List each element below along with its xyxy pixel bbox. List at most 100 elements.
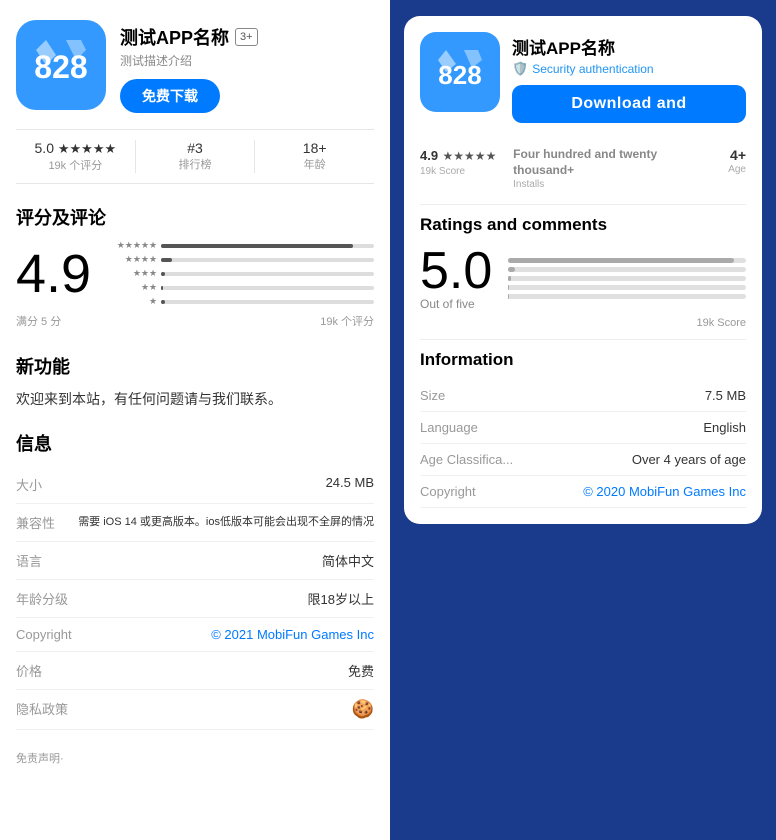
rating-label-left: 满分 5 分	[16, 313, 61, 329]
ratings-row-right: 5.0 Out of five	[420, 245, 746, 311]
info-title-left: 信息	[16, 430, 374, 456]
right-info-age: Age Classifica... Over 4 years of age	[420, 444, 746, 476]
right-info-lang: Language English	[420, 412, 746, 444]
app-info-right: 测试APP名称 🛡️ Security authentication Downl…	[512, 32, 746, 123]
disclaimer-left: 免责声明·	[16, 750, 374, 766]
age-label-right: Age	[728, 164, 746, 175]
age-value-right: 4+	[730, 147, 746, 163]
right-bar-4	[508, 267, 746, 272]
app-title-row: 测试APP名称 3+	[120, 24, 258, 50]
app-info-left: 测试APP名称 3+ 测试描述介绍 免费下载	[120, 20, 258, 113]
right-info-size: Size 7.5 MB	[420, 380, 746, 412]
info-row-age: 年龄分级 限18岁以上	[16, 580, 374, 618]
stats-row-right: 4.9 ★★★★★ 19k Score Four hundred and twe…	[420, 135, 746, 194]
stat-rank-left: #3 排行榜	[135, 140, 255, 173]
rank-sub-left: 排行榜	[179, 156, 212, 172]
right-value-lang: English	[703, 420, 746, 435]
bar-row-5: ★★★★★	[107, 240, 374, 251]
right-value-copyright: © 2020 MobiFun Games Inc	[583, 484, 746, 499]
stat-rating-left: 5.0 ★★★★★ 19k 个评分	[16, 140, 135, 173]
right-rating-value: 4.9 ★★★★★	[420, 147, 503, 165]
app-header-left: 828 测试APP名称 3+ 测试描述介绍 免费下载	[16, 20, 374, 113]
stat-age-left: 18+ 年龄	[254, 140, 374, 173]
right-info-copyright: Copyright © 2020 MobiFun Games Inc	[420, 476, 746, 508]
right-review-count: 19k Score	[696, 317, 746, 329]
installs-label: Installs	[513, 179, 679, 190]
divider-2	[420, 339, 746, 340]
review-count-left: 19k 个评分	[320, 313, 374, 329]
right-bar-3	[508, 276, 746, 281]
stats-row-left: 5.0 ★★★★★ 19k 个评分 #3 排行榜 18+ 年龄	[16, 129, 374, 184]
info-value-copyright: © 2021 MobiFun Games Inc	[76, 627, 374, 642]
right-bar-1	[508, 294, 746, 299]
stat-installs-right: Four hundred and twenty thousand+ Instal…	[513, 147, 679, 190]
app-title-right: 测试APP名称	[512, 34, 746, 59]
info-value-size: 24.5 MB	[76, 475, 374, 494]
stat-age-right: 4+ Age	[679, 147, 746, 190]
info-label-copyright: Copyright	[16, 627, 76, 642]
info-label-privacy: 隐私政策	[16, 699, 76, 720]
info-row-size: 大小 24.5 MB	[16, 466, 374, 504]
age-value-left: 18+	[303, 140, 327, 156]
info-row-privacy: 隐私政策 🍪	[16, 690, 374, 730]
right-value-size: 7.5 MB	[705, 388, 746, 403]
right-rating-label: 19k Score	[420, 166, 503, 177]
rating-bars-left: ★★★★★ ★★★★ ★★★ ★★ ★	[107, 240, 374, 307]
bar-row-2: ★★	[107, 282, 374, 293]
rating-big-left: 4.9	[16, 247, 91, 301]
shield-icon: 🛡️	[512, 61, 528, 77]
info-value-age: 限18岁以上	[76, 589, 374, 608]
info-value-price: 免费	[76, 661, 374, 680]
app-icon-left: 828	[16, 20, 106, 110]
right-label-lang: Language	[420, 420, 478, 435]
download-button-right[interactable]: Download and	[512, 85, 746, 123]
info-label-size: 大小	[16, 475, 76, 494]
age-sub-left: 年龄	[304, 156, 326, 172]
security-badge: 🛡️ Security authentication	[512, 61, 746, 77]
ratings-title-right: Ratings and comments	[420, 215, 746, 235]
divider-1	[420, 204, 746, 205]
info-value-compat: 需要 iOS 14 或更高版本。ios低版本可能会出现不全屏的情况	[76, 513, 374, 532]
right-label-copyright: Copyright	[420, 484, 476, 499]
bar-row-1: ★	[107, 296, 374, 307]
right-label-age: Age Classifica...	[420, 452, 513, 467]
info-label-price: 价格	[16, 661, 76, 680]
right-bars	[508, 258, 746, 299]
ratings-title-left: 评分及评论	[16, 204, 374, 230]
right-label-size: Size	[420, 388, 445, 403]
right-panel: 828 测试APP名称 🛡️ Security authentication D…	[390, 0, 776, 840]
security-text: Security authentication	[532, 62, 653, 76]
new-features-section: 新功能 欢迎来到本站，有任何问题请与我们联系。	[16, 353, 374, 410]
ratings-section-left: 评分及评论 4.9 ★★★★★ ★★★★ ★★★ ★★	[16, 204, 374, 329]
info-label-compat: 兼容性	[16, 513, 76, 532]
info-value-lang: 简体中文	[76, 551, 374, 570]
right-rating-block: 5.0 Out of five	[420, 245, 492, 311]
right-value-age: Over 4 years of age	[632, 452, 746, 467]
download-button-left[interactable]: 免费下载	[120, 79, 220, 113]
rating-big-row-left: 4.9 ★★★★★ ★★★★ ★★★ ★★	[16, 240, 374, 307]
right-bar-5	[508, 258, 746, 263]
rating-sub-left: 19k 个评分	[48, 157, 102, 173]
right-ratings-footer: 19k Score	[420, 317, 746, 329]
rating-value-left: 5.0 ★★★★★	[35, 140, 117, 157]
right-rating-big: 5.0	[420, 245, 492, 297]
info-section-left: 信息 大小 24.5 MB 兼容性 需要 iOS 14 或更高版本。ios低版本…	[16, 430, 374, 730]
info-label-lang: 语言	[16, 551, 76, 570]
app-header-right: 828 测试APP名称 🛡️ Security authentication D…	[420, 32, 746, 123]
left-panel: 828 测试APP名称 3+ 测试描述介绍 免费下载 5.0 ★★★★★ 19k…	[0, 0, 390, 840]
info-row-copyright: Copyright © 2021 MobiFun Games Inc	[16, 618, 374, 652]
info-value-privacy[interactable]: 🍪	[76, 699, 374, 720]
app-icon-right: 828	[420, 32, 500, 112]
app-title-left: 测试APP名称	[120, 24, 229, 50]
age-badge-left: 3+	[235, 28, 258, 46]
right-card: 828 测试APP名称 🛡️ Security authentication D…	[404, 16, 762, 524]
info-row-price: 价格 免费	[16, 652, 374, 690]
new-features-title: 新功能	[16, 353, 374, 379]
installs-value: Four hundred and twenty thousand+	[513, 147, 679, 178]
info-label-age: 年龄分级	[16, 589, 76, 608]
new-features-text: 欢迎来到本站，有任何问题请与我们联系。	[16, 389, 374, 410]
info-title-right: Information	[420, 350, 746, 370]
right-bar-2	[508, 285, 746, 290]
rank-value-left: #3	[187, 140, 203, 156]
stat-rating-right: 4.9 ★★★★★ 19k Score	[420, 147, 503, 190]
